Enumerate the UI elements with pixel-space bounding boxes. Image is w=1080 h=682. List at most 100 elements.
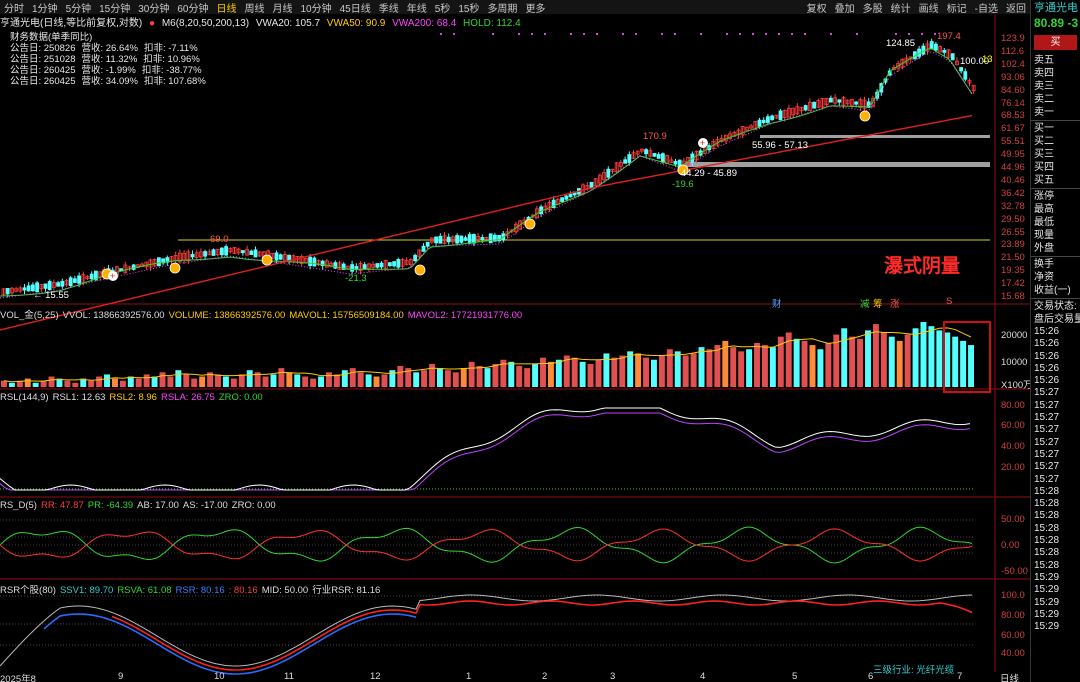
volume-bar	[793, 338, 800, 387]
rsl-head-item: ZRO: 0.00	[218, 392, 263, 403]
candle-body	[921, 45, 926, 55]
candle-body	[312, 257, 317, 267]
candle-body	[249, 250, 254, 256]
quote-price: 80.89 -3	[1034, 16, 1079, 30]
signal-dot	[791, 33, 793, 35]
rsr-tick: 100.0	[1001, 590, 1025, 601]
price-tick: 26.55	[1001, 226, 1025, 238]
candle-body	[770, 115, 774, 121]
candle-body	[425, 241, 430, 247]
rsl-tick: 60.00	[1001, 420, 1025, 431]
quote-item: 买三	[1034, 149, 1054, 160]
vol-head-item: MAVOL2: 17721931776.00	[407, 310, 523, 321]
quote-item: 卖三	[1034, 81, 1054, 92]
time-item: 15:28	[1034, 559, 1060, 571]
volume-bar	[524, 368, 531, 387]
signal-dot	[804, 33, 806, 35]
volume-bar	[516, 366, 523, 387]
candle-body	[854, 101, 858, 105]
quote-item: 净资	[1034, 272, 1054, 283]
volume-bar	[658, 355, 665, 387]
volume-bar	[460, 368, 467, 387]
volume-bar	[191, 378, 198, 387]
date-tick: 5	[792, 671, 798, 682]
volume-bar	[24, 378, 31, 387]
time-item: 15:27	[1034, 448, 1060, 460]
volume-bar	[365, 374, 372, 387]
buy-button[interactable]: 买	[1034, 35, 1077, 50]
candle-body	[68, 277, 73, 287]
volume-bar	[761, 345, 768, 387]
signal-dot	[661, 33, 663, 35]
high-label: 124.85	[886, 38, 916, 49]
volume-bar	[135, 378, 142, 387]
volume-bar	[357, 372, 364, 387]
candle-body	[362, 264, 367, 270]
date-tick: 1	[466, 671, 472, 682]
divider	[1031, 298, 1080, 299]
date-unit: 日线	[1000, 674, 1020, 682]
vol-head-item: VVOL: 13866392576.00	[62, 310, 165, 321]
quote-item: 换手	[1034, 259, 1054, 270]
volume-bar	[143, 374, 150, 387]
signal-dot	[583, 33, 585, 35]
quote-item: 盘后交易量	[1034, 314, 1080, 325]
candle-body	[26, 285, 31, 292]
time-item: 15:26	[1034, 338, 1060, 350]
time-item: 15:27	[1034, 473, 1060, 485]
high2-label: 197.4	[937, 31, 961, 42]
volume-bar	[603, 353, 610, 387]
annotation-text: 瀑式阴量	[884, 255, 961, 277]
price-tick: 76.14	[1001, 97, 1025, 109]
candle-body	[568, 193, 573, 198]
candle-body	[803, 105, 808, 111]
volume-bar	[540, 357, 546, 387]
volume-bar	[326, 372, 332, 387]
signal-dot	[739, 33, 741, 35]
volume-bar	[246, 370, 253, 387]
volume-bar	[397, 366, 404, 387]
date-tick: 9	[118, 671, 124, 682]
quote-item: 买二	[1034, 136, 1054, 147]
rsr-head-item: : 80.16	[228, 585, 258, 596]
candle-body	[812, 101, 816, 109]
volume-bar	[674, 351, 681, 387]
volume-bar	[880, 332, 887, 387]
volume-bar	[730, 347, 737, 387]
time-item: 15:26	[1034, 362, 1060, 374]
rsd-head-item: RS_D(5)	[0, 500, 37, 511]
resistance-band-2	[685, 162, 990, 167]
rsd-head-item: ZRO: 0.00	[231, 500, 276, 511]
volume-bar	[595, 359, 602, 387]
volume-bar	[611, 357, 618, 387]
volume-bar	[643, 357, 649, 387]
rsd-head-item: PR: -64.39	[87, 500, 134, 511]
volume-bar	[318, 376, 324, 387]
kline-chart[interactable]: ++	[0, 0, 1030, 682]
volume-bar	[48, 376, 55, 387]
candle-body	[350, 264, 355, 272]
volume-bar	[294, 374, 301, 387]
rsr-head-item: RSVA: 61.08	[117, 585, 172, 596]
rsd-head-item: AS: -17.00	[182, 500, 228, 511]
price-tick: 29.50	[1001, 213, 1025, 225]
candle-body	[413, 254, 418, 262]
candle-body	[539, 206, 543, 215]
rsr-red-line	[111, 600, 973, 671]
time-item: 15:27	[1034, 436, 1060, 448]
volume-bar	[769, 347, 776, 387]
signal-dot	[765, 33, 767, 35]
rsr-tick: 60.00	[1001, 630, 1025, 641]
plus-icon: +	[700, 138, 705, 148]
price-tick: 93.06	[1001, 71, 1025, 83]
volume-bar	[532, 363, 539, 387]
candle-body	[219, 247, 224, 256]
candle-body	[253, 249, 258, 258]
marker-s: S	[946, 296, 953, 307]
candle-body	[467, 234, 472, 244]
signal-icon	[859, 110, 871, 122]
candle-body	[959, 67, 963, 72]
candle-body	[963, 71, 968, 80]
rsr-tick: 80.00	[1001, 610, 1025, 621]
candle-body	[240, 250, 245, 254]
